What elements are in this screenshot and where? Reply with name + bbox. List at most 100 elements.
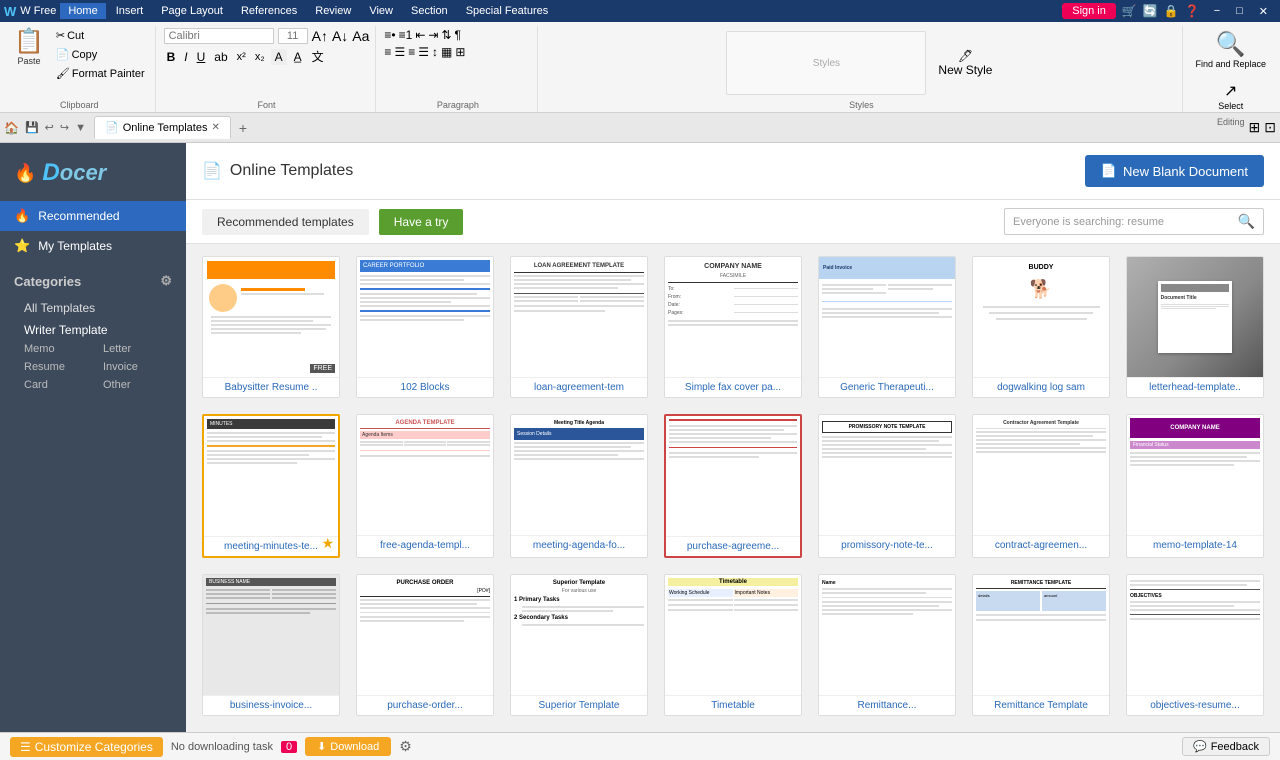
template-card-invoice[interactable]: BUSINESS NAME: [202, 574, 340, 716]
expand-view-icon[interactable]: ⊞: [1249, 119, 1261, 136]
align-left-button[interactable]: ≡: [384, 45, 391, 59]
sort-button[interactable]: ⇅: [441, 28, 451, 42]
menu-section[interactable]: Section: [403, 3, 456, 19]
lock-icon[interactable]: 🔒: [1164, 4, 1179, 18]
template-card-102-blocks[interactable]: CAREER PORTFOLIO: [356, 256, 494, 398]
template-card-timetable[interactable]: Timetable Working Schedule Important Not…: [664, 574, 802, 716]
grow-font-button[interactable]: A↑: [312, 28, 328, 44]
numbering-button[interactable]: ≡1: [399, 28, 413, 42]
feedback-button[interactable]: 💬 Feedback: [1182, 737, 1270, 756]
undo-quick[interactable]: ↩: [45, 121, 54, 134]
phonetic-button[interactable]: 文: [309, 47, 327, 66]
template-card-purchase-order[interactable]: PURCHASE ORDER [PO#] purchase-order...: [356, 574, 494, 716]
format-painter-button[interactable]: 🖌 Format Painter: [52, 66, 149, 81]
sidebar-item-writer-template[interactable]: Writer Template: [0, 319, 186, 341]
template-card-contract[interactable]: Contractor Agreement Template contract-a…: [972, 414, 1110, 558]
align-right-button[interactable]: ≡: [408, 45, 415, 59]
line-spacing-button[interactable]: ↕: [432, 45, 438, 59]
strikethrough-button[interactable]: ab: [211, 49, 230, 65]
bold-button[interactable]: B: [164, 49, 179, 65]
select-button[interactable]: ↗ Select: [1210, 77, 1251, 115]
indent-increase-button[interactable]: ⇥: [428, 28, 438, 42]
recommended-tab[interactable]: Recommended templates: [202, 209, 369, 235]
home-quick-icon[interactable]: 🏠: [4, 121, 19, 135]
template-card-loan-agreement[interactable]: LOAN AGREEMENT TEMPLATE: [510, 256, 648, 398]
search-icon[interactable]: 🔍: [1238, 213, 1255, 230]
subcategory-memo[interactable]: Memo: [24, 341, 93, 357]
template-card-letterhead[interactable]: Document Title letterhead-template..: [1126, 256, 1264, 398]
subcategory-card[interactable]: Card: [24, 377, 93, 393]
template-card-objectives[interactable]: OBJECTIVES objectives-resume...: [1126, 574, 1264, 716]
show-marks-button[interactable]: ¶: [455, 28, 461, 42]
menu-references[interactable]: References: [233, 3, 305, 19]
align-center-button[interactable]: ☰: [394, 45, 405, 59]
template-card-dogwalk[interactable]: BUDDY 🐕 dogwalking log sam: [972, 256, 1110, 398]
view-options-icon[interactable]: ⊡: [1264, 119, 1276, 136]
shrink-font-button[interactable]: A↓: [332, 28, 348, 44]
template-card-therapeutic[interactable]: Paid Invoice: [818, 256, 956, 398]
template-card-fax-cover[interactable]: COMPANY NAME FACSIMILE To: From: Date: P…: [664, 256, 802, 398]
new-style-button[interactable]: 🖊 New Style: [934, 47, 996, 79]
template-card-meeting-minutes[interactable]: MINUTES meeting-minutes-te...: [202, 414, 340, 558]
subscript-button[interactable]: x₂: [252, 50, 268, 64]
subcategory-letter[interactable]: Letter: [103, 341, 172, 357]
shading-button[interactable]: ▦: [441, 45, 452, 59]
copy-button[interactable]: 📄 Copy: [52, 47, 149, 62]
underline-button[interactable]: U: [194, 49, 209, 65]
template-card-purchase-agreement[interactable]: purchase-agreeme...: [664, 414, 802, 558]
categories-settings-icon[interactable]: ⚙: [160, 273, 172, 289]
restore-button[interactable]: □: [1228, 0, 1251, 22]
font-size-input[interactable]: [278, 28, 308, 44]
sidebar-item-my-templates[interactable]: ⭐ My Templates: [0, 231, 186, 261]
justify-button[interactable]: ☰: [418, 45, 429, 59]
paste-button[interactable]: 📋 Paste: [10, 28, 48, 68]
customize-categories-button[interactable]: ☰ Customize Categories: [10, 737, 163, 757]
have-a-try-tab[interactable]: Have a try: [379, 209, 464, 235]
font-color-button[interactable]: A̲: [290, 49, 306, 65]
bullets-button[interactable]: ≡•: [384, 28, 395, 42]
more-quick[interactable]: ▼: [75, 122, 86, 134]
redo-quick[interactable]: ↪: [60, 121, 69, 134]
subcategory-other[interactable]: Other: [103, 377, 172, 393]
template-card-meeting-agenda[interactable]: Meeting Title Agenda Session Details mee…: [510, 414, 648, 558]
download-button[interactable]: ⬇ Download: [305, 737, 391, 756]
indent-decrease-button[interactable]: ⇤: [415, 28, 425, 42]
cart-icon[interactable]: 🛒: [1122, 4, 1137, 18]
sync-icon[interactable]: 🔄: [1143, 4, 1158, 18]
subcategory-resume[interactable]: Resume: [24, 359, 93, 375]
menu-insert[interactable]: Insert: [108, 3, 152, 19]
template-card-free-agenda[interactable]: AGENDA TEMPLATE Agenda Items: [356, 414, 494, 558]
menu-special-features[interactable]: Special Features: [458, 3, 557, 19]
italic-button[interactable]: I: [181, 49, 190, 65]
menu-page-layout[interactable]: Page Layout: [153, 3, 231, 19]
text-highlight-button[interactable]: A: [271, 49, 287, 65]
sidebar-item-all-templates[interactable]: All Templates: [0, 297, 186, 319]
clear-format-button[interactable]: Aa: [352, 28, 369, 44]
superscript-button[interactable]: x²: [234, 50, 249, 64]
minimize-button[interactable]: −: [1206, 0, 1228, 22]
template-card-memo[interactable]: COMPANY NAME Financial Status memo-templ…: [1126, 414, 1264, 558]
borders-button[interactable]: ⊞: [455, 45, 465, 59]
sign-in-button[interactable]: Sign in: [1062, 3, 1116, 19]
template-card-remittance[interactable]: REMITTANCE TEMPLATE details amount Remit…: [972, 574, 1110, 716]
cut-button[interactable]: ✂ Cut: [52, 28, 149, 43]
template-card-superior[interactable]: Superior Template For various use 1 Prim…: [510, 574, 648, 716]
menu-view[interactable]: View: [361, 3, 401, 19]
save-quick[interactable]: 💾: [25, 121, 39, 134]
template-card-remittance-name[interactable]: Name Remittance...: [818, 574, 956, 716]
sidebar-item-recommended[interactable]: 🔥 Recommended: [0, 201, 186, 231]
find-replace-button[interactable]: 🔍 Find and Replace: [1191, 28, 1270, 71]
new-tab-button[interactable]: +: [231, 116, 255, 140]
help-icon[interactable]: ❓: [1185, 4, 1200, 18]
template-card-promissory[interactable]: PROMISSORY NOTE TEMPLATE promissory-note…: [818, 414, 956, 558]
online-templates-tab[interactable]: 📄 Online Templates ✕: [94, 116, 231, 139]
close-button[interactable]: ✕: [1251, 0, 1276, 22]
menu-home[interactable]: Home: [60, 3, 105, 19]
menu-review[interactable]: Review: [307, 3, 359, 19]
font-name-input[interactable]: [164, 28, 274, 44]
template-card-babysitter-resume[interactable]: FREE Babysitter Resume ..: [202, 256, 340, 398]
settings-icon[interactable]: ⚙: [399, 738, 412, 755]
subcategory-invoice[interactable]: Invoice: [103, 359, 172, 375]
tab-close-button[interactable]: ✕: [211, 122, 219, 133]
new-blank-document-button[interactable]: 📄 New Blank Document: [1085, 155, 1264, 187]
